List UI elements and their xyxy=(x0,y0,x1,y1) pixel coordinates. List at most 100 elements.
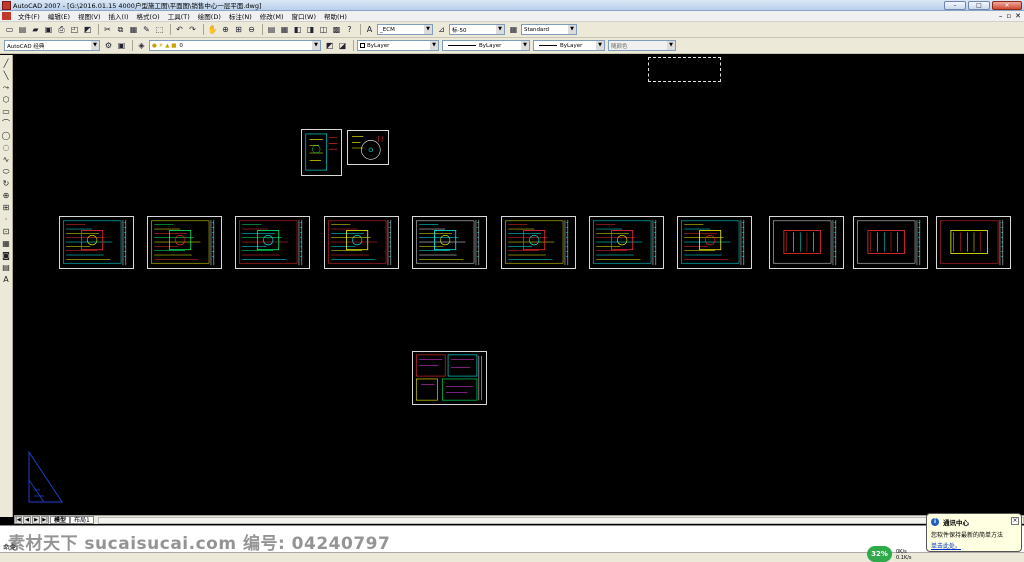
revision-cloud-tool-icon[interactable]: ◌ xyxy=(1,142,12,154)
circle-tool-icon[interactable]: ◯ xyxy=(1,130,12,142)
undo-icon[interactable]: ↶ xyxy=(174,24,185,35)
copy-icon[interactable]: ⧉ xyxy=(115,24,126,35)
drawing-sheet-plan-7[interactable] xyxy=(589,216,664,269)
make-layer-current-icon[interactable]: ◩ xyxy=(324,40,335,51)
arc-tool-icon[interactable]: ⌒ xyxy=(1,118,12,130)
rectangle-tool-icon[interactable]: ▭ xyxy=(1,106,12,118)
horizontal-scrollbar[interactable] xyxy=(97,516,1024,524)
table-style-dropdown[interactable]: Standard ▼ xyxy=(521,24,577,35)
drawing-sheet-plan-4[interactable] xyxy=(324,216,399,269)
match-properties-icon[interactable]: ✎ xyxy=(141,24,152,35)
open-icon[interactable]: ▰ xyxy=(30,24,41,35)
zoom-realtime-icon[interactable]: ⊕ xyxy=(220,24,231,35)
plotstyle-dropdown[interactable]: 随颜色 ▼ xyxy=(608,40,676,51)
doc-close-button[interactable]: ✕ xyxy=(1015,12,1021,20)
publish-icon[interactable]: ◩ xyxy=(82,24,93,35)
drawing-sheet-plan-5[interactable] xyxy=(412,216,487,269)
drawing-sheet-detail-b[interactable] xyxy=(347,130,389,165)
gradient-tool-icon[interactable]: ▦ xyxy=(1,238,12,250)
workspace-dropdown[interactable]: AutoCAD 经典 ▼ xyxy=(4,40,100,51)
color-dropdown[interactable]: ByLayer ▼ xyxy=(357,40,439,51)
menu-dimension[interactable]: 标注(N) xyxy=(225,11,256,21)
drawing-canvas[interactable] xyxy=(14,55,1024,515)
text-style-dropdown[interactable]: _ECM ▼ xyxy=(377,24,433,35)
make-block-tool-icon[interactable]: ⊞ xyxy=(1,202,12,214)
properties-icon[interactable]: ▤ xyxy=(266,24,277,35)
hatch-tool-icon[interactable]: ⊡ xyxy=(1,226,12,238)
quickcalc-icon[interactable]: ▩ xyxy=(331,24,342,35)
drawing-sheet-plan-3[interactable] xyxy=(235,216,310,269)
tab-layout1[interactable]: 布局1 xyxy=(70,516,94,524)
minimize-button[interactable]: – xyxy=(944,1,966,10)
drawing-sheet-plan-10[interactable] xyxy=(853,216,928,269)
menu-insert[interactable]: 插入(I) xyxy=(105,11,133,21)
lineweight-dropdown[interactable]: ByLayer ▼ xyxy=(533,40,605,51)
network-progress-badge[interactable]: 32% xyxy=(867,546,892,562)
cut-icon[interactable]: ✂ xyxy=(102,24,113,35)
linetype-dropdown[interactable]: ByLayer ▼ xyxy=(442,40,530,51)
menu-format[interactable]: 格式(O) xyxy=(133,11,164,21)
line-tool-icon[interactable]: ╱ xyxy=(1,58,12,70)
sheet-set-icon[interactable]: ◨ xyxy=(305,24,316,35)
menu-view[interactable]: 视图(V) xyxy=(74,11,105,21)
menu-tools[interactable]: 工具(T) xyxy=(164,11,194,21)
zoom-window-icon[interactable]: ⊞ xyxy=(233,24,244,35)
doc-minimize-button[interactable]: – xyxy=(999,12,1003,20)
new-icon[interactable]: ▭ xyxy=(4,24,15,35)
layer-dropdown[interactable]: ● ☀ ▲ ■ 0 ▼ xyxy=(149,40,321,51)
menu-file[interactable]: 文件(F) xyxy=(14,11,44,21)
drawing-sheet-details-combined[interactable] xyxy=(412,351,487,405)
qnew-icon[interactable]: ▤ xyxy=(17,24,28,35)
menu-edit[interactable]: 编辑(E) xyxy=(44,11,74,21)
menu-window[interactable]: 窗口(W) xyxy=(287,11,320,21)
construction-line-tool-icon[interactable]: ╲ xyxy=(1,70,12,82)
prev-tab-button[interactable]: ◀ xyxy=(23,516,31,524)
layer-previous-icon[interactable]: ◪ xyxy=(337,40,348,51)
save-icon[interactable]: ▣ xyxy=(43,24,54,35)
maximize-button[interactable]: □ xyxy=(968,1,990,10)
ellipse-tool-icon[interactable]: ⬭ xyxy=(1,166,12,178)
zoom-previous-icon[interactable]: ⊖ xyxy=(246,24,257,35)
block-editor-icon[interactable]: ⬚ xyxy=(154,24,165,35)
design-center-icon[interactable]: ▦ xyxy=(279,24,290,35)
last-tab-button[interactable]: ▶| xyxy=(41,516,49,524)
first-tab-button[interactable]: |◀ xyxy=(14,516,22,524)
document-icon[interactable] xyxy=(2,12,11,20)
menu-modify[interactable]: 修改(M) xyxy=(256,11,288,21)
polyline-tool-icon[interactable]: ⤳ xyxy=(1,82,12,94)
spline-tool-icon[interactable]: ∿ xyxy=(1,154,12,166)
drawing-sheet-plan-1[interactable] xyxy=(59,216,134,269)
workspace-save-icon[interactable]: ▣ xyxy=(116,40,127,51)
preview-icon[interactable]: ◰ xyxy=(69,24,80,35)
balloon-link[interactable]: 单击此处。 xyxy=(931,541,1017,550)
drawing-sheet-plan-6[interactable] xyxy=(501,216,576,269)
redo-icon[interactable]: ↷ xyxy=(187,24,198,35)
dim-style-dropdown[interactable]: 标-50 ▼ xyxy=(449,24,505,35)
menu-help[interactable]: 帮助(H) xyxy=(320,11,351,21)
doc-restore-button[interactable]: ▫ xyxy=(1006,12,1011,20)
multiline-text-tool-icon[interactable]: A xyxy=(1,274,12,286)
drawing-sheet-plan-9[interactable] xyxy=(769,216,844,269)
next-tab-button[interactable]: ▶ xyxy=(32,516,40,524)
tool-palettes-icon[interactable]: ◧ xyxy=(292,24,303,35)
paste-icon[interactable]: ▦ xyxy=(128,24,139,35)
drawing-sheet-plan-2[interactable] xyxy=(147,216,222,269)
drawing-sheet-plan-11[interactable] xyxy=(936,216,1011,269)
workspace-settings-icon[interactable]: ⚙ xyxy=(103,40,114,51)
table-tool-icon[interactable]: ▤ xyxy=(1,262,12,274)
tab-model[interactable]: 模型 xyxy=(50,516,71,524)
print-icon[interactable]: ⎙ xyxy=(56,24,67,35)
help-icon[interactable]: ? xyxy=(344,24,355,35)
close-button[interactable]: ✕ xyxy=(992,1,1022,10)
layer-manager-icon[interactable]: ◈ xyxy=(136,40,147,51)
polygon-tool-icon[interactable]: ⬡ xyxy=(1,94,12,106)
pan-icon[interactable]: ✋ xyxy=(207,24,218,35)
ellipse-arc-tool-icon[interactable]: ↻ xyxy=(1,178,12,190)
point-tool-icon[interactable]: · xyxy=(1,214,12,226)
insert-block-tool-icon[interactable]: ⊕ xyxy=(1,190,12,202)
drawing-sheet-detail-a[interactable] xyxy=(301,129,342,176)
autocad-app-icon[interactable] xyxy=(2,0,11,10)
balloon-close-button[interactable]: × xyxy=(1011,517,1019,525)
markup-icon[interactable]: ◫ xyxy=(318,24,329,35)
region-tool-icon[interactable]: ◙ xyxy=(1,250,12,262)
